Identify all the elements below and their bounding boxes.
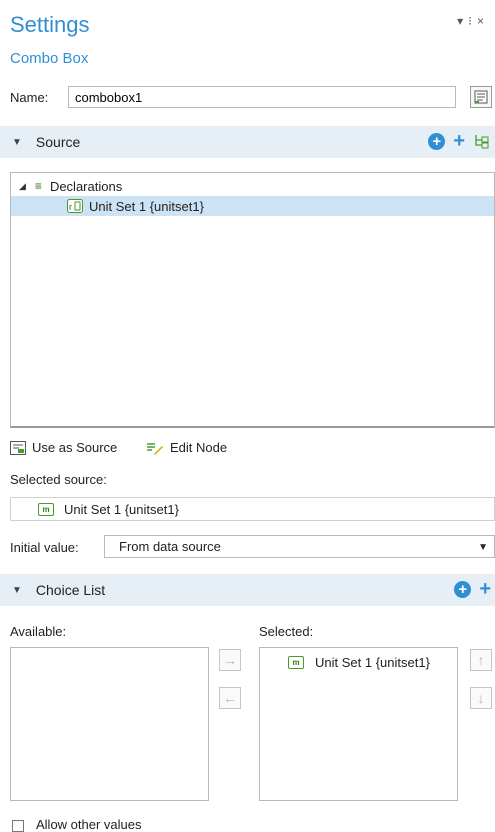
dropdown-arrow-icon[interactable]: ▾ [457,14,468,28]
source-section-title: Source [35,134,81,150]
add-circle-icon[interactable]: + [454,580,472,598]
close-icon[interactable]: × [477,14,489,28]
selected-source-value: Unit Set 1 {unitset1} [64,501,179,517]
allow-other-values-label: Allow other values [36,817,142,832]
use-as-source-icon [10,440,26,455]
available-label: Available: [10,624,67,639]
arrow-right-icon: → [223,652,237,668]
tree-node-unit-set[interactable]: r Unit Set 1 {unitset1} [11,196,494,216]
form-icon [474,90,488,104]
allow-other-values-checkbox[interactable] [12,820,24,832]
source-tree[interactable]: ◢ ≡ Declarations r Unit Set 1 {unitset1} [10,172,495,428]
use-as-source-button[interactable]: Use as Source [10,440,117,455]
source-section-header[interactable]: ▼ Source + + [0,126,495,158]
move-right-button[interactable]: → [219,649,241,671]
declarations-icon: ≡ [34,179,42,193]
window-controls[interactable]: ▾⁝× [457,14,489,28]
add-icon[interactable]: + [479,579,491,599]
unit-set-icon: r [67,199,83,213]
unit-set-m-icon: m [38,502,54,516]
tree-node-label: Unit Set 1 {unitset1} [89,198,204,214]
list-item[interactable]: m Unit Set 1 {unitset1} [260,651,457,673]
pin-icon[interactable]: ⁝ [468,14,477,28]
choice-list-section-header[interactable]: ▼ Choice List + + [0,574,495,606]
tree-add-icon[interactable] [473,132,491,150]
edit-node-button[interactable]: Edit Node [146,440,227,455]
initial-value-select[interactable]: From data source ▼ [104,535,495,558]
selected-source-label: Selected source: [10,472,107,487]
move-down-button[interactable]: ↓ [470,687,492,709]
collapse-triangle-icon[interactable]: ▼ [12,137,22,148]
selected-source-field: m Unit Set 1 {unitset1} [10,497,495,521]
arrow-left-icon: ← [223,690,237,706]
use-as-source-label: Use as Source [32,440,118,455]
initial-value-label: Initial value: [10,540,79,555]
move-left-button[interactable]: ← [219,687,241,709]
name-label: Name: [10,90,49,105]
selected-item-label: Unit Set 1 {unitset1} [315,654,430,670]
selected-label: Selected: [259,624,314,639]
available-list[interactable] [10,647,209,801]
arrow-down-icon: ↓ [477,690,485,706]
collapse-triangle-icon[interactable]: ▼ [12,585,22,596]
choice-list-section-title: Choice List [35,582,106,598]
svg-text:r: r [69,202,72,212]
rename-button[interactable] [470,86,492,108]
expand-triangle-icon[interactable]: ◢ [19,181,26,192]
add-icon[interactable]: + [453,131,465,151]
initial-value-selected: From data source [119,539,221,554]
move-up-button[interactable]: ↑ [470,649,492,671]
add-circle-icon[interactable]: + [428,132,446,150]
panel-subtitle: Combo Box [10,50,89,67]
arrow-up-icon: ↑ [477,652,485,668]
edit-node-label: Edit Node [170,440,228,455]
name-input[interactable] [68,86,456,108]
panel-title: Settings [10,12,90,37]
edit-node-icon [147,442,163,455]
tree-node-label: Declarations [49,178,123,194]
tree-node-declarations[interactable]: ◢ ≡ Declarations [11,176,494,196]
chevron-down-icon: ▼ [478,542,488,553]
unit-set-m-icon: m [288,655,304,669]
selected-list[interactable]: m Unit Set 1 {unitset1} [259,647,458,801]
